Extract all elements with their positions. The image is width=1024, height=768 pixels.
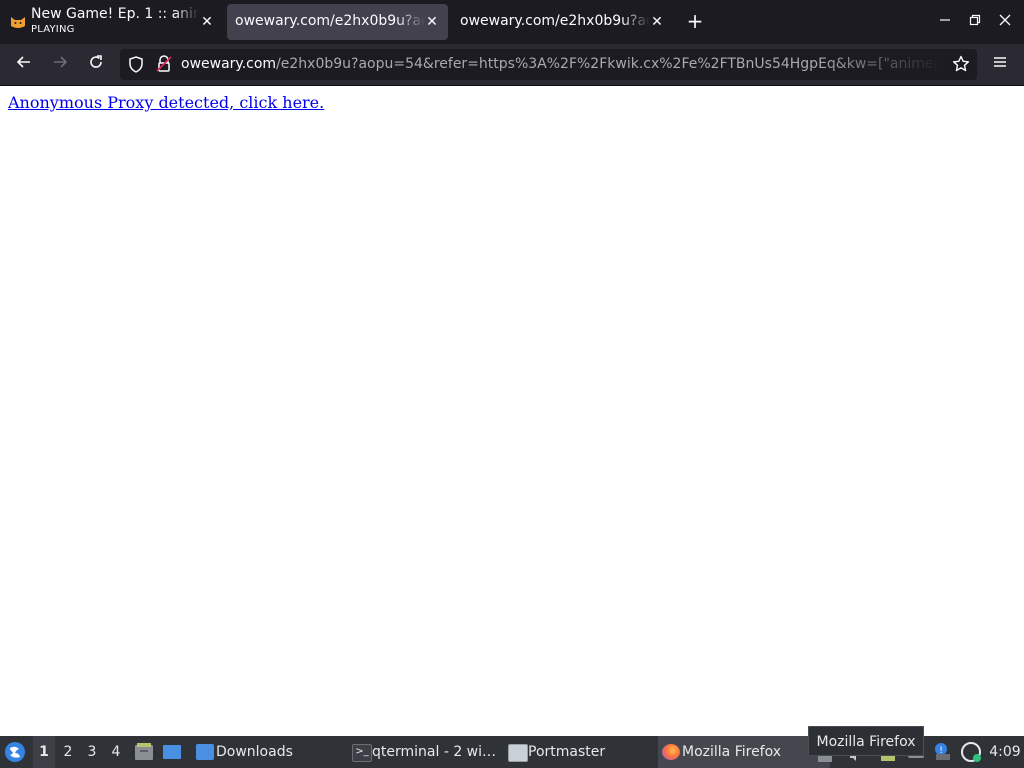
tab-animepahe[interactable]: New Game! Ep. 1 :: animepahe PLAYING ✕ bbox=[4, 4, 222, 40]
tab-owewary-active[interactable]: owewary.com/e2hx0b9u?aopu=54 ✕ bbox=[227, 4, 448, 40]
folder-icon bbox=[196, 744, 214, 760]
firefox-icon bbox=[662, 744, 680, 760]
tray-portmaster-status-icon[interactable] bbox=[960, 736, 984, 768]
close-window-icon[interactable] bbox=[995, 12, 1015, 32]
url-path: /e2hx0b9u?aopu=54&refer=https%3A%2F%2Fkw… bbox=[276, 56, 942, 72]
proxy-detected-link[interactable]: Anonymous Proxy detected, click here. bbox=[8, 93, 324, 112]
tab-title: New Game! Ep. 1 :: animepahe bbox=[31, 6, 199, 22]
reload-icon[interactable] bbox=[83, 52, 109, 78]
navigation-bar: owewary.com/e2hx0b9u?aopu=54&refer=https… bbox=[0, 44, 1024, 86]
taskbar-item-firefox[interactable]: Mozilla Firefox bbox=[658, 736, 830, 768]
taskbar-item-portmaster[interactable]: Portmaster bbox=[504, 736, 676, 768]
tab-owewary[interactable]: owewary.com/e2hx0b9u?aopu=54 ✕ bbox=[452, 4, 673, 40]
new-tab-button[interactable]: + bbox=[684, 10, 706, 32]
tab-playing-label: PLAYING bbox=[31, 24, 75, 35]
window-icon bbox=[508, 744, 528, 762]
task-label: qterminal - 2 wi… bbox=[372, 744, 497, 760]
page-content: Anonymous Proxy detected, click here. bbox=[0, 86, 1024, 736]
tray-update-notifier-icon[interactable]: ! bbox=[932, 736, 954, 768]
clock[interactable]: 4:09 bbox=[988, 736, 1022, 768]
task-label: Portmaster bbox=[528, 744, 606, 760]
workspace-3[interactable]: 3 bbox=[81, 736, 103, 768]
tab-title: owewary.com/e2hx0b9u?aopu=54 bbox=[460, 13, 650, 29]
url-text: owewary.com/e2hx0b9u?aopu=54&refer=https… bbox=[181, 56, 942, 72]
close-tab-icon[interactable]: ✕ bbox=[423, 13, 441, 31]
taskbar-tooltip: Mozilla Firefox bbox=[808, 726, 924, 756]
terminal-icon: >_ bbox=[352, 744, 372, 762]
tab-title: owewary.com/e2hx0b9u?aopu=54 bbox=[235, 13, 425, 29]
url-bar[interactable]: owewary.com/e2hx0b9u?aopu=54&refer=https… bbox=[120, 49, 977, 80]
hamburger-menu-icon[interactable] bbox=[987, 52, 1013, 78]
workspace-1[interactable]: 1 bbox=[33, 736, 55, 768]
bookmark-star-icon[interactable] bbox=[952, 55, 970, 77]
task-label: Downloads bbox=[216, 744, 293, 760]
close-tab-icon[interactable]: ✕ bbox=[198, 13, 216, 31]
taskbar-item-downloads[interactable]: Downloads bbox=[192, 736, 356, 768]
restore-icon[interactable] bbox=[965, 12, 985, 32]
taskbar-item-qterminal[interactable]: >_ qterminal - 2 wi… bbox=[348, 736, 520, 768]
close-tab-icon[interactable]: ✕ bbox=[648, 13, 666, 31]
tab-bar: New Game! Ep. 1 :: animepahe PLAYING ✕ o… bbox=[0, 0, 1024, 44]
minimize-icon[interactable] bbox=[935, 12, 955, 32]
url-host: owewary.com bbox=[181, 56, 277, 72]
lxqt-logo-icon bbox=[5, 742, 25, 762]
forward-arrow-icon[interactable] bbox=[47, 52, 73, 78]
back-arrow-icon[interactable] bbox=[11, 52, 37, 78]
show-desktop-icon[interactable] bbox=[162, 736, 184, 768]
start-menu-button[interactable] bbox=[4, 736, 28, 768]
file-manager-launcher-icon[interactable] bbox=[134, 736, 156, 768]
workspace-4[interactable]: 4 bbox=[105, 736, 127, 768]
task-label: Mozilla Firefox bbox=[682, 744, 782, 760]
cat-favicon-icon bbox=[10, 14, 26, 34]
workspace-2[interactable]: 2 bbox=[57, 736, 79, 768]
